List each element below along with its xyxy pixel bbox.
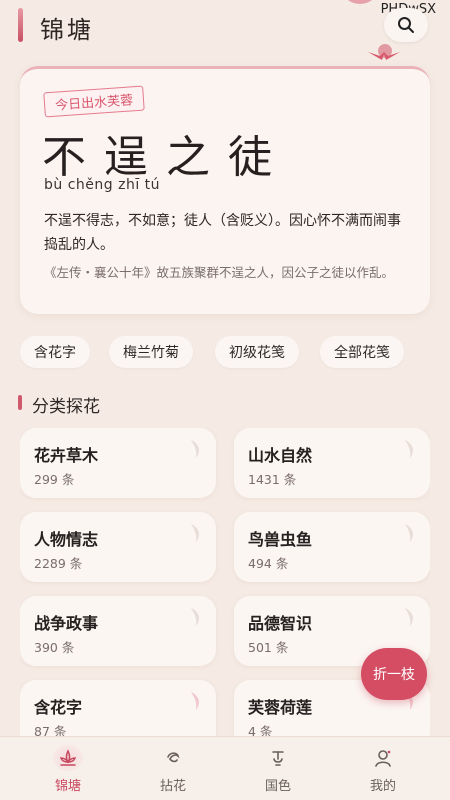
category-name: 山水自然 xyxy=(248,446,313,465)
tab-nianhua[interactable]: 拈花 xyxy=(117,737,229,800)
category-card[interactable]: 花卉草木 299 条 xyxy=(20,428,216,498)
flower-stroke-icon xyxy=(167,752,180,763)
category-name: 芙蓉荷莲 xyxy=(248,698,313,717)
section-accent-bar xyxy=(18,395,22,410)
tab-jintang[interactable]: 锦塘 xyxy=(12,737,124,800)
section-title: 分类探花 xyxy=(32,397,100,417)
category-count: 299 条 xyxy=(34,472,75,487)
chip-chuji-huajian[interactable]: 初级花笺 xyxy=(215,336,299,368)
category-card[interactable]: 含花字 87 条 xyxy=(20,680,216,738)
search-icon xyxy=(398,17,414,33)
daily-tag: 今日出水芙蓉 xyxy=(43,85,145,118)
tab-guose[interactable]: 国色 xyxy=(222,737,334,800)
leaf-icon xyxy=(191,608,199,626)
category-name: 战争政事 xyxy=(34,614,99,633)
tab-wode[interactable]: 我的 xyxy=(327,737,439,800)
search-button[interactable] xyxy=(384,8,428,42)
category-count: 494 条 xyxy=(248,556,289,571)
leaf-icon xyxy=(191,440,199,458)
tab-label: 拈花 xyxy=(159,779,186,794)
category-card[interactable]: 山水自然 1431 条 xyxy=(234,428,430,498)
category-count: 390 条 xyxy=(34,640,75,655)
palette-icon xyxy=(272,751,284,766)
chip-hanhuazi[interactable]: 含花字 xyxy=(20,336,90,368)
tab-label: 国色 xyxy=(264,779,291,794)
lotus-icon xyxy=(59,749,77,766)
chip-quanbu-huajian[interactable]: 全部花笺 xyxy=(320,336,404,368)
idiom-source: 《左传・襄公十年》故五族聚群不逞之人，因公子之徒以作乱。 xyxy=(44,265,395,280)
leaf-icon xyxy=(405,440,413,458)
idiom-meaning: 不逞不得志，不如意；徒人（含贬义）。因心怀不满而闹事捣乱的人。 xyxy=(44,213,401,253)
idiom-pinyin: bù chěng zhī tú xyxy=(44,177,161,193)
category-card[interactable]: 鸟兽虫鱼 494 条 xyxy=(234,512,430,582)
leaf-icon xyxy=(405,524,413,542)
tab-label: 我的 xyxy=(369,779,396,794)
category-name: 鸟兽虫鱼 xyxy=(248,530,313,549)
tab-label: 锦塘 xyxy=(54,779,81,794)
app-header: 锦塘 PHDwSX xyxy=(0,0,450,60)
user-icon xyxy=(375,750,391,767)
category-count: 1431 条 xyxy=(248,472,297,487)
category-name: 花卉草木 xyxy=(34,446,99,465)
pick-branch-button[interactable]: 折一枝 xyxy=(361,648,427,700)
chip-meilanzhuju[interactable]: 梅兰竹菊 xyxy=(109,336,193,368)
category-card[interactable]: 人物情志 2289 条 xyxy=(20,512,216,582)
quick-filter-chips: 含花字 梅兰竹菊 初级花笺 全部花笺 xyxy=(20,336,430,368)
category-count: 2289 条 xyxy=(34,556,83,571)
leaf-icon xyxy=(405,608,413,626)
decorative-wing-icon xyxy=(368,52,400,60)
petal-icon xyxy=(191,692,199,710)
decorative-petal xyxy=(340,0,380,4)
idiom-text: 不逞之徒 xyxy=(42,132,290,183)
category-count: 501 条 xyxy=(248,640,289,655)
category-card[interactable]: 战争政事 390 条 xyxy=(20,596,216,666)
daily-idiom-card[interactable]: 今日出水芙蓉 不逞之徒 bù chěng zhī tú 不逞不得志，不如意；徒人… xyxy=(20,66,430,314)
leaf-icon xyxy=(191,524,199,542)
category-name: 人物情志 xyxy=(34,530,99,549)
app-title: 锦塘 xyxy=(40,16,94,44)
category-name: 品德智识 xyxy=(248,614,313,633)
bottom-tab-bar: 锦塘 拈花 国色 我的 xyxy=(0,736,450,800)
category-name: 含花字 xyxy=(34,698,83,717)
title-accent-bar xyxy=(18,8,23,42)
